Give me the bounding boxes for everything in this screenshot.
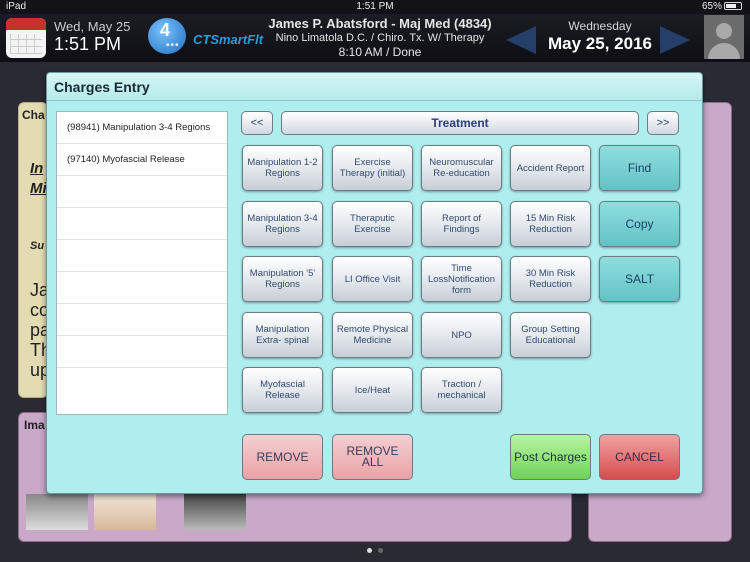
app-header: Wed, May 25 1:51 PM 4 ••• CTSmartFlt Jam… [0,14,750,62]
previous-day-arrow-icon[interactable] [506,26,536,54]
treatment-button[interactable]: Theraputic Exercise [332,201,413,247]
battery-icon [724,2,742,10]
list-item[interactable] [57,272,227,304]
previous-category-button[interactable]: << [241,111,273,135]
charges-entry-dialog: Charges Entry (98941) Manipulation 3-4 R… [46,72,703,494]
remove-button[interactable]: REMOVE [242,434,323,480]
treatment-button[interactable]: Exercise Therapy (initial) [332,145,413,191]
list-item[interactable] [57,336,227,368]
treatment-button[interactable]: Ice/Heat [332,367,413,413]
status-bar: iPad 1:51 PM 65% [0,0,750,14]
treatment-button[interactable]: LI Office Visit [332,256,413,302]
treatment-button[interactable]: Time LossNotification form [421,256,502,302]
patient-name: James P. Abatsford - Maj Med (4834) [268,16,492,31]
battery-percent: 65% [701,1,722,12]
xray-thumbnail [184,494,246,530]
remove-all-button[interactable]: REMOVE ALL [332,434,413,480]
charges-panel-heading: Cha [22,108,45,122]
category-selector[interactable]: Treatment [281,111,639,135]
treatment-button[interactable]: Accident Report [510,145,591,191]
brand-logo: CTSmartFlt [193,32,264,47]
day-name: Wednesday [568,19,632,33]
page-indicator [378,548,383,553]
ellipsis-icon: ••• [166,40,180,51]
spine-thumbnail [94,494,156,530]
treatment-button[interactable]: Manipulation 1-2 Regions [242,145,323,191]
treatment-button[interactable]: Manipulation Extra- spinal [242,312,323,358]
header-time: 1:51 PM [54,34,122,54]
list-item[interactable] [57,208,227,240]
treatment-button[interactable]: Traction / mechanical [421,367,502,413]
appointment-status: 8:10 AM / Done [338,45,422,59]
images-panel-heading: Ima [24,418,45,432]
treatment-button[interactable]: Neuromuscular Re-education [421,145,502,191]
next-day-arrow-icon[interactable] [660,26,690,54]
battery-indicator: 65% [702,1,742,12]
cancel-button[interactable]: CANCEL [599,434,680,480]
message-count: 4 [160,20,171,40]
calendar-icon[interactable] [6,18,46,58]
patient-info[interactable]: James P. Abatsford - Maj Med (4834) Nino… [262,16,498,59]
next-category-button[interactable]: >> [647,111,679,135]
background-small-text: Su [30,240,45,252]
patient-subtitle: Nino Limatola D.C. / Chiro. Tx. W/ Thera… [275,32,485,44]
charges-list[interactable]: (98941) Manipulation 3-4 Regions (97140)… [56,111,228,415]
list-item[interactable] [57,176,227,208]
avatar[interactable] [704,15,744,59]
treatment-button[interactable]: NPO [421,312,502,358]
status-time: 1:51 PM [356,1,394,12]
treatment-button[interactable]: Remote Physical Medicine [332,312,413,358]
list-item[interactable] [57,368,227,400]
page-indicator-active [367,548,372,553]
messages-icon[interactable]: 4 ••• [148,18,186,54]
dialog-title: Charges Entry [54,79,150,95]
salt-button[interactable]: SALT [599,256,680,302]
copy-button[interactable]: Copy [599,201,680,247]
treatment-button[interactable]: 30 Min Risk Reduction [510,256,591,302]
list-item[interactable]: (97140) Myofascial Release [57,144,227,176]
treatment-button[interactable]: Manipulation 3-4 Regions [242,201,323,247]
list-item[interactable] [57,304,227,336]
list-item[interactable]: (98941) Manipulation 3-4 Regions [57,112,227,144]
header-date: Wed, May 25 [54,19,131,34]
background-italic-text: Mi [30,180,47,197]
post-charges-button[interactable]: Post Charges [510,434,591,480]
treatment-button[interactable]: 15 Min Risk Reduction [510,201,591,247]
background-italic-text: In [30,160,44,177]
day-date: May 25, 2016 [548,34,652,53]
xray-thumbnail [26,494,88,530]
list-item[interactable] [57,240,227,272]
treatment-button[interactable]: Manipulation '5' Regions [242,256,323,302]
find-button[interactable]: Find [599,145,680,191]
treatment-button[interactable]: Myofascial Release [242,367,323,413]
treatment-button[interactable]: Group Setting Educational [510,312,591,358]
dialog-title-bar: Charges Entry [47,73,702,101]
treatment-button[interactable]: Report of Findings [421,201,502,247]
